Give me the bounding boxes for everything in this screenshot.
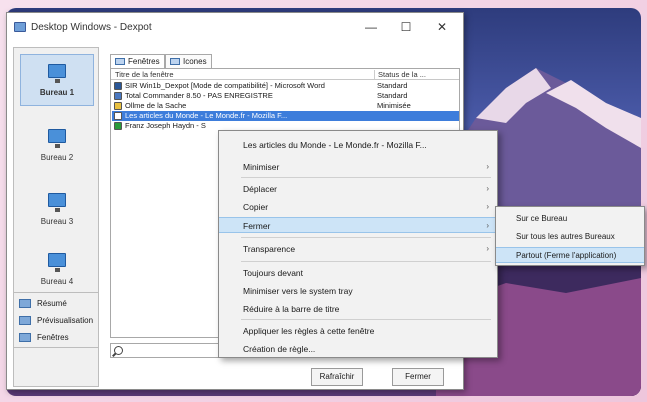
action-resume[interactable]: Résumé — [14, 296, 98, 310]
menu-item-label: Déplacer — [243, 184, 278, 194]
windows-icon — [19, 332, 31, 342]
table-row[interactable]: Ollme de la Sache Minimisée — [112, 101, 459, 111]
search-icon — [114, 346, 123, 355]
menu-item[interactable]: Les articles du Monde - Le Monde.fr - Mo… — [219, 137, 497, 153]
menu-item-label: Minimiser — [243, 162, 280, 172]
action-windows[interactable]: Fenêtres — [14, 330, 98, 344]
submenu-item[interactable]: Partout (Ferme l'application) — [496, 247, 644, 263]
left-actions: Résumé Prévisualisation Fenêtres — [13, 292, 99, 348]
menu-item[interactable]: Appliquer les règles à cette fenêtre — [219, 323, 497, 339]
close-window-button[interactable]: ✕ — [432, 19, 452, 35]
menu-item-label: Fermer — [243, 221, 271, 231]
submenu-item-label: Sur ce Bureau — [516, 214, 568, 223]
submenu-item[interactable]: Sur tous les autres Bureaux — [496, 229, 644, 245]
menu-item[interactable]: Réduire à la barre de titre — [219, 301, 497, 317]
close-button[interactable]: Fermer — [392, 368, 444, 386]
chevron-right-icon: › — [486, 221, 489, 230]
menu-item[interactable]: Fermer › — [219, 217, 497, 233]
maximize-button[interactable]: ☐ — [396, 19, 416, 35]
tab-label: Fenêtres — [128, 56, 160, 66]
close-submenu: Sur ce Bureau Sur tous les autres Bureaux… — [495, 206, 645, 266]
row-title: Franz Joseph Haydn - S — [125, 121, 206, 130]
row-title: SIR Win1b_Dexpot [Mode de compatibilité]… — [125, 81, 325, 90]
desktop-label: Bureau 3 — [40, 217, 74, 226]
menu-item-label: Les articles du Monde - Le Monde.fr - Mo… — [243, 140, 427, 150]
icons-icon — [170, 58, 180, 65]
menu-item-label: Transparence — [243, 244, 296, 254]
window-title: Desktop Windows - Dexpot — [31, 21, 152, 33]
app-icon — [114, 102, 122, 110]
tab-fenetres[interactable]: Fenêtres — [110, 54, 165, 68]
menu-separator — [241, 261, 491, 262]
menu-item[interactable]: Déplacer › — [219, 181, 497, 197]
monitor-icon — [48, 193, 66, 212]
app-icon — [114, 82, 122, 90]
menu-separator — [241, 177, 491, 178]
submenu-item[interactable]: Sur ce Bureau — [496, 211, 644, 227]
menu-item[interactable]: Minimiser vers le system tray — [219, 283, 497, 299]
menu-item[interactable]: Copier › — [219, 199, 497, 215]
row-status: Standard — [377, 81, 408, 90]
action-label: Fenêtres — [37, 332, 69, 342]
column-header-title[interactable]: Titre de la fenêtre — [115, 70, 174, 79]
desktop-item-bureau-4[interactable]: Bureau 4 — [20, 244, 94, 296]
menu-item-label: Appliquer les règles à cette fenêtre — [243, 326, 375, 336]
row-title: Ollme de la Sache — [125, 101, 187, 110]
chevron-right-icon: › — [486, 184, 489, 193]
chevron-right-icon: › — [486, 162, 489, 171]
menu-item-label: Copier — [243, 202, 269, 212]
context-menu: Les articles du Monde - Le Monde.fr - Mo… — [218, 130, 498, 358]
menu-item[interactable]: Création de règle... — [219, 341, 497, 357]
row-title: Les articles du Monde - Le Monde.fr - Mo… — [125, 111, 288, 120]
app-icon — [114, 122, 122, 130]
menu-item[interactable]: Minimiser › — [219, 159, 497, 175]
summary-icon — [19, 298, 31, 308]
menu-separator — [241, 237, 491, 238]
preview-icon — [19, 315, 31, 325]
menu-item-label: Réduire à la barre de titre — [243, 304, 340, 314]
tab-label: Icones — [183, 56, 207, 66]
desktop-item-bureau-3[interactable]: Bureau 3 — [20, 184, 94, 236]
title-bar[interactable]: Desktop Windows - Dexpot — ☐ ✕ — [7, 13, 463, 41]
menu-item-label: Toujours devant — [243, 268, 304, 278]
monitor-icon — [48, 129, 66, 148]
column-header-status[interactable]: Status de la ... — [374, 70, 454, 79]
windows-icon — [115, 58, 125, 65]
chevron-right-icon: › — [486, 244, 489, 253]
submenu-item-label: Partout (Ferme l'application) — [516, 251, 617, 260]
submenu-item-label: Sur tous les autres Bureaux — [516, 232, 615, 241]
row-status: Minimisée — [377, 101, 411, 110]
refresh-button[interactable]: Rafraîchir — [311, 368, 363, 386]
desktop-item-bureau-2[interactable]: Bureau 2 — [20, 120, 94, 172]
monitor-icon — [48, 253, 66, 272]
minimize-button[interactable]: — — [361, 19, 381, 35]
menu-item[interactable]: Toujours devant — [219, 265, 497, 281]
desktop-label: Bureau 2 — [40, 153, 74, 162]
menu-item-label: Création de règle... — [243, 344, 316, 354]
action-preview[interactable]: Prévisualisation — [14, 313, 98, 327]
table-row[interactable]: SIR Win1b_Dexpot [Mode de compatibilité]… — [112, 81, 459, 91]
chevron-right-icon: › — [486, 202, 489, 211]
menu-separator — [241, 319, 491, 320]
row-status: Standard — [377, 91, 408, 100]
action-label: Résumé — [37, 298, 67, 308]
monitor-icon — [14, 22, 26, 32]
monitor-icon — [48, 64, 66, 83]
desktop-label: Bureau 1 — [39, 88, 75, 97]
action-label: Prévisualisation — [37, 315, 94, 325]
desktop-item-bureau-1[interactable]: Bureau 1 — [20, 54, 94, 106]
row-title: Total Commander 8.50 - PAS ENREGISTRE — [125, 91, 273, 100]
tab-icones[interactable]: Icones — [165, 54, 212, 68]
menu-item-label: Minimiser vers le system tray — [243, 286, 353, 296]
menu-item[interactable]: Transparence › — [219, 241, 497, 257]
app-icon — [114, 112, 122, 120]
app-icon — [114, 92, 122, 100]
list-header: Titre de la fenêtre Status de la ... — [111, 69, 459, 80]
table-row[interactable]: Total Commander 8.50 - PAS ENREGISTRE Sta… — [112, 91, 459, 101]
table-row[interactable]: Les articles du Monde - Le Monde.fr - Mo… — [112, 111, 459, 121]
desktop-label: Bureau 4 — [40, 277, 74, 286]
